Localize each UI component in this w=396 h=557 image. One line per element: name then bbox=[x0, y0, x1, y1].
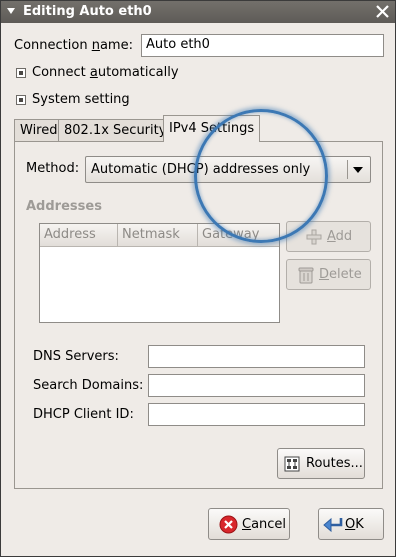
select-separator bbox=[347, 160, 348, 179]
search-domains-label: Search Domains: bbox=[33, 378, 144, 393]
system-setting-checkbox[interactable] bbox=[16, 95, 26, 105]
addresses-heading: Addresses bbox=[26, 199, 102, 214]
routes-button-label: Routes... bbox=[306, 456, 363, 471]
column-header-netmask[interactable]: Netmask bbox=[118, 224, 198, 247]
tab-ipv4-settings[interactable]: IPv4 Settings bbox=[163, 115, 261, 142]
dhcp-client-id-label: DHCP Client ID: bbox=[33, 407, 134, 422]
connection-name-label: Connection name: bbox=[14, 38, 133, 53]
title-bar[interactable]: Editing Auto eth0 bbox=[1, 1, 395, 23]
system-setting-label[interactable]: System setting bbox=[32, 92, 130, 107]
add-icon bbox=[306, 229, 322, 245]
routes-button[interactable]: Routes... bbox=[277, 448, 365, 479]
close-icon[interactable] bbox=[374, 3, 391, 20]
trash-icon bbox=[298, 267, 314, 284]
dialog-window: Editing Auto eth0 Connection name: Auto … bbox=[0, 0, 396, 557]
connection-name-field[interactable]: Auto eth0 bbox=[141, 34, 384, 57]
method-select-value: Automatic (DHCP) addresses only bbox=[91, 162, 311, 177]
delete-button-label: Delete bbox=[319, 267, 362, 282]
window-menu-icon[interactable] bbox=[6, 6, 16, 16]
cancel-button[interactable]: Cancel bbox=[208, 508, 290, 540]
dns-servers-field[interactable] bbox=[148, 345, 365, 368]
connect-automatically-label[interactable]: Connect automatically bbox=[32, 65, 179, 80]
column-header-address[interactable]: Address bbox=[40, 224, 118, 247]
connect-automatically-checkbox[interactable] bbox=[16, 68, 26, 78]
dhcp-client-id-field[interactable] bbox=[148, 403, 365, 426]
window-title: Editing Auto eth0 bbox=[23, 4, 152, 19]
ok-button-label: OK bbox=[345, 517, 364, 532]
routes-icon bbox=[284, 456, 300, 472]
addresses-table[interactable]: Address Netmask Gateway bbox=[39, 223, 280, 323]
cancel-icon bbox=[219, 515, 238, 534]
tab-wired[interactable]: Wired bbox=[14, 119, 64, 142]
add-button[interactable]: Add bbox=[286, 221, 371, 252]
delete-button[interactable]: Delete bbox=[286, 259, 371, 290]
cancel-button-label: Cancel bbox=[242, 517, 287, 532]
column-header-gateway[interactable]: Gateway bbox=[198, 224, 279, 247]
add-button-label: Add bbox=[327, 229, 353, 244]
ok-icon bbox=[323, 517, 343, 533]
method-label: Method: bbox=[26, 161, 80, 176]
dns-servers-label: DNS Servers: bbox=[33, 349, 119, 364]
chevron-down-icon bbox=[353, 167, 363, 173]
tab-802-1x-security[interactable]: 802.1x Security bbox=[58, 119, 173, 142]
method-select[interactable]: Automatic (DHCP) addresses only bbox=[85, 156, 371, 183]
search-domains-field[interactable] bbox=[148, 374, 365, 397]
ok-button[interactable]: OK bbox=[318, 508, 384, 540]
